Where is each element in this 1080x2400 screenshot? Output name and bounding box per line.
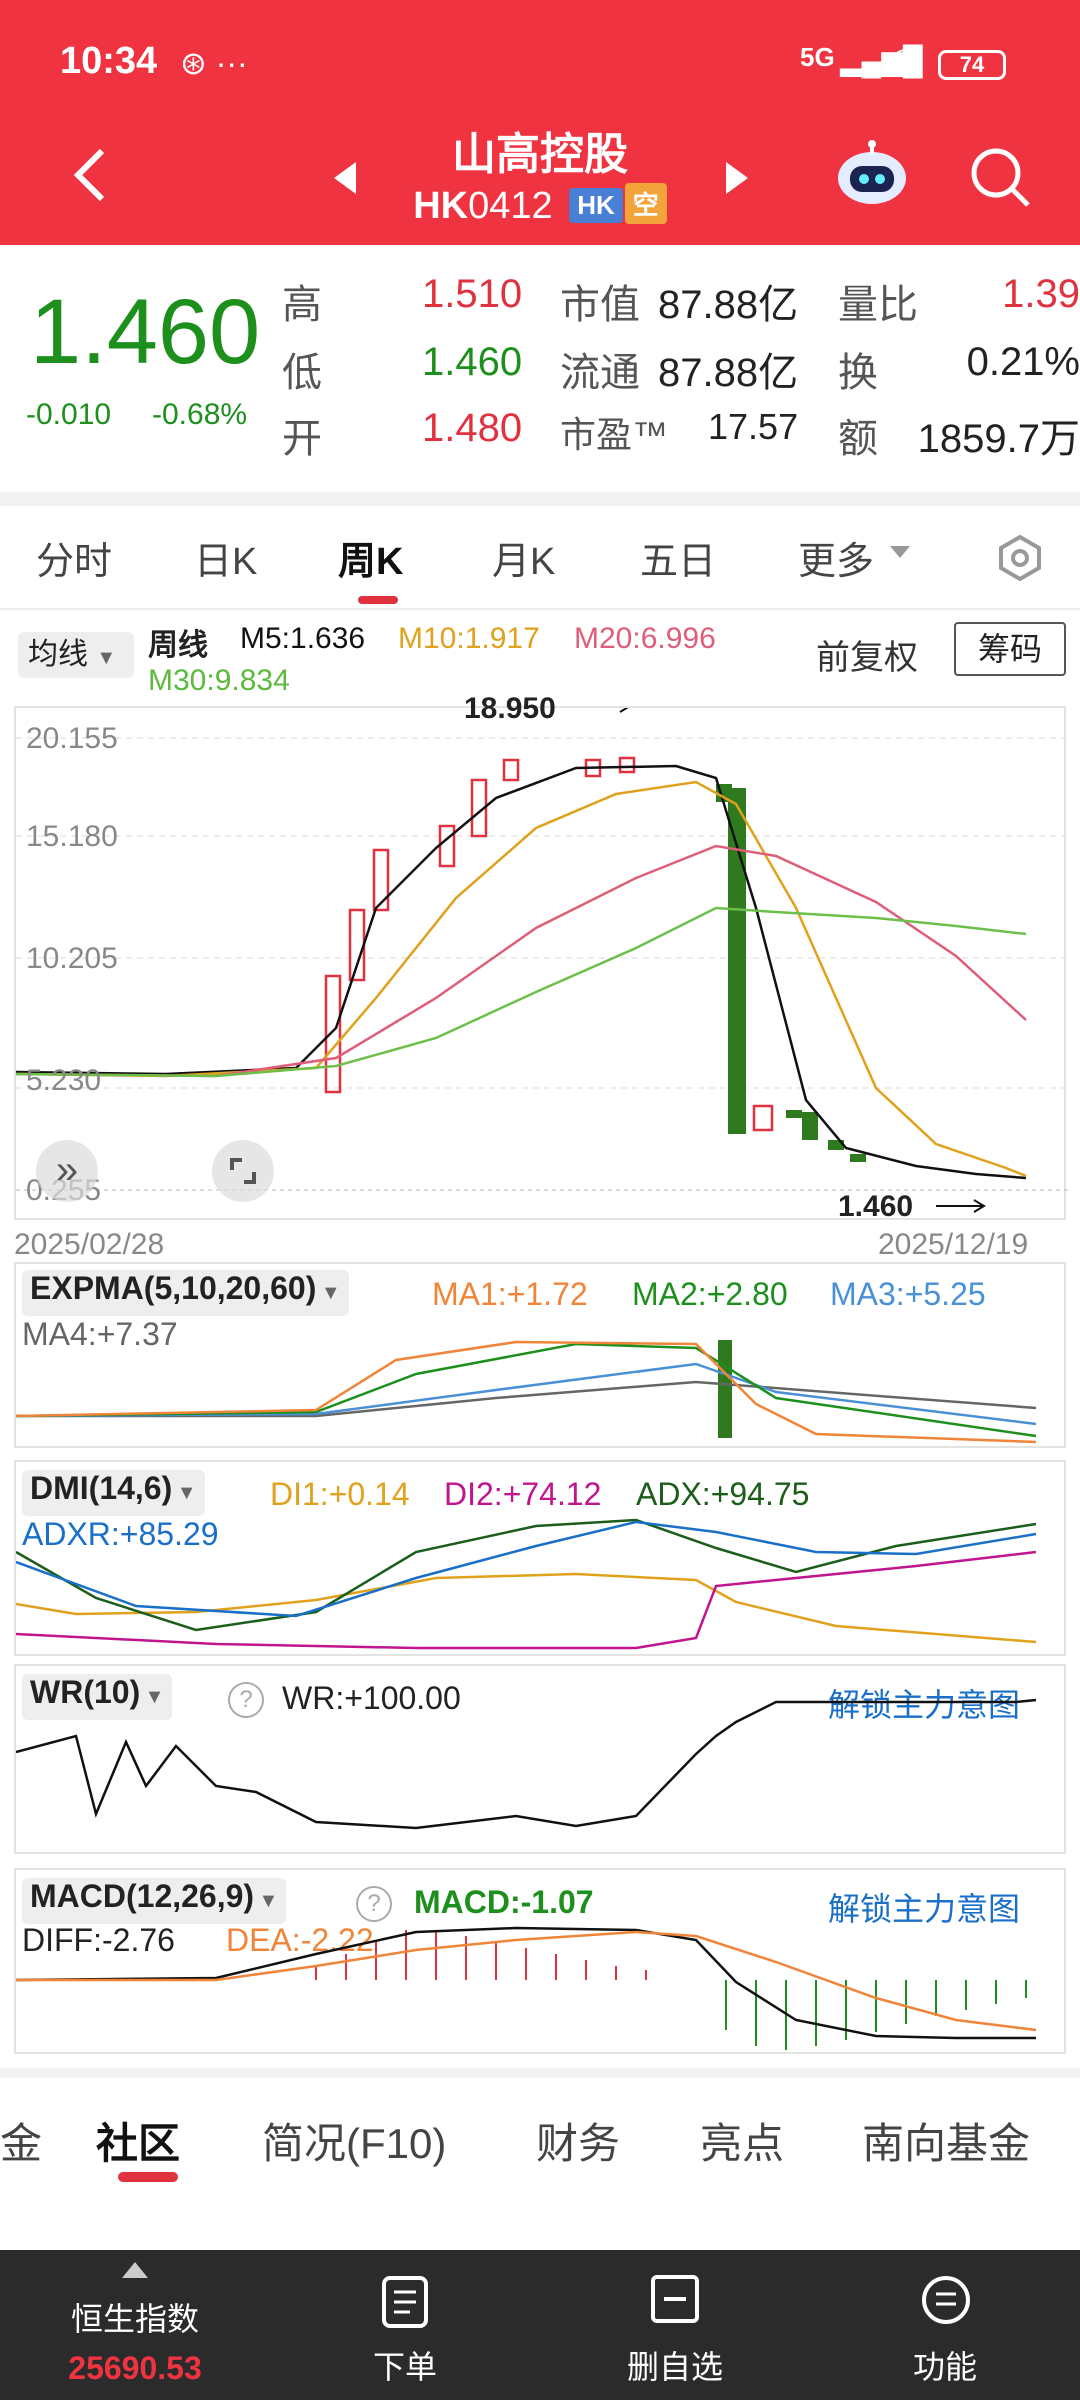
low-marker-label: 1.460	[838, 1190, 914, 1223]
order-label: 下单	[372, 2349, 437, 2385]
y-tick-3: 10.205	[26, 942, 118, 975]
y-tick-4: 5.230	[26, 1064, 102, 1097]
wr-panel[interactable]: WR(10) ▼ ? WR:+100.00 解锁主力意图	[14, 1664, 1066, 1854]
divider	[0, 2068, 1080, 2078]
y-tick-1: 20.155	[26, 722, 118, 755]
remove-watch-button[interactable]: 删自选	[540, 2250, 810, 2400]
header-bar: 10:34 ⊛ ··· 5G ▂▄▆█ ◠ 74 山高控股 HK0412 HK 空	[0, 0, 1080, 245]
tab-five-day[interactable]: 五日	[640, 530, 716, 585]
tab-weekly-k[interactable]: 周K	[338, 530, 403, 585]
remove-watch-icon	[650, 2274, 700, 2329]
robot-assistant-icon[interactable]	[836, 140, 908, 211]
divider	[0, 608, 1080, 610]
tab-fund-partial[interactable]: 金	[0, 2110, 42, 2171]
low-label: 低	[282, 351, 322, 395]
function-label: 功能	[912, 2349, 977, 2385]
price-change-pct: -0.68%	[152, 398, 248, 431]
settings-hexagon-icon[interactable]	[996, 534, 1044, 587]
pe-label: 市盈™	[560, 414, 669, 455]
tab-more[interactable]: 更多	[798, 530, 874, 585]
chip-button[interactable]: 筹码	[954, 622, 1066, 676]
tab-monthly-k[interactable]: 月K	[492, 530, 555, 585]
last-price: 1.460	[30, 281, 261, 383]
ma-select[interactable]: 均线 ▼	[18, 632, 134, 678]
status-time: 10:34	[60, 40, 158, 82]
menu-icon	[920, 2274, 972, 2331]
ma20-value: M20:6.996	[574, 622, 716, 655]
index-ticker[interactable]: 恒生指数 25690.53	[0, 2250, 270, 2400]
low-value: 1.460	[422, 340, 523, 384]
next-stock-icon[interactable]	[722, 160, 752, 201]
tab-southbound[interactable]: 南向基金	[862, 2110, 1030, 2171]
volratio-label: 量比	[838, 283, 918, 327]
code-prefix: HK	[413, 185, 469, 227]
code-number: 0412	[468, 185, 553, 227]
market-tag: HK	[569, 188, 623, 223]
mktcap-label: 市值	[560, 283, 640, 327]
active-tab-indicator	[358, 596, 398, 604]
order-icon	[380, 2274, 430, 2335]
stock-name: 山高控股	[452, 130, 628, 179]
expand-icon[interactable]: »	[36, 1140, 98, 1202]
bottom-nav: 恒生指数 25690.53 下单 删自选 功能	[0, 2250, 1080, 2400]
pe-value: 17.57	[708, 406, 799, 447]
date-end: 2025/12/19	[878, 1228, 1029, 1261]
tab-f10[interactable]: 简况(F10)	[262, 2110, 446, 2171]
expma-svg	[16, 1340, 1037, 1444]
tab-timeshare[interactable]: 分时	[36, 530, 112, 585]
open-label: 开	[282, 417, 322, 461]
high-label: 高	[282, 283, 322, 327]
ma5-value: M5:1.636	[240, 622, 366, 655]
kline-svg	[16, 708, 1068, 1213]
high-marker-label: 18.950	[464, 692, 556, 725]
remove-watch-label: 删自选	[626, 2349, 723, 2385]
short-tag: 空	[624, 183, 667, 224]
date-start: 2025/02/28	[14, 1228, 165, 1261]
stock-code-row: HK0412 HK 空	[0, 183, 1080, 228]
open-value: 1.480	[422, 406, 523, 450]
network-signal-icon: 5G	[800, 42, 835, 72]
index-value: 25690.53	[68, 2350, 202, 2386]
dmi-panel[interactable]: DMI(14,6) ▼ DI1:+0.14 DI2:+74.12 ADX:+94…	[14, 1460, 1066, 1656]
ma10-value: M10:1.917	[398, 622, 540, 655]
float-label: 流通	[560, 351, 640, 395]
status-notification-icons: ⊛ ···	[180, 45, 248, 81]
y-tick-2: 15.180	[26, 820, 118, 853]
mktcap-value: 87.88亿	[658, 283, 799, 327]
high-value: 1.510	[422, 272, 523, 316]
turnover-value: 0.21%	[966, 340, 1080, 384]
wifi-icon: ◠	[890, 41, 918, 77]
tab-finance[interactable]: 财务	[536, 2110, 620, 2171]
period-label: 周线	[148, 629, 208, 662]
chevron-down-icon	[890, 546, 910, 565]
macd-svg	[16, 1926, 1037, 2050]
battery-icon: 74	[938, 50, 1006, 80]
dmi-svg	[16, 1518, 1037, 1650]
order-button[interactable]: 下单	[270, 2250, 540, 2400]
macd-panel[interactable]: MACD(12,26,9) ▼ ? MACD:-1.07 解锁主力意图 DIFF…	[14, 1868, 1066, 2054]
tab-daily-k[interactable]: 日K	[194, 530, 257, 585]
chevron-up-icon	[122, 2262, 148, 2283]
amount-label: 额	[838, 417, 878, 461]
fullscreen-icon[interactable]	[212, 1140, 274, 1202]
divider	[0, 492, 1080, 506]
search-icon[interactable]	[968, 145, 1032, 214]
function-button[interactable]: 功能	[810, 2250, 1080, 2400]
ma-select-label: 均线	[28, 638, 88, 671]
amount-value: 1859.7万	[917, 417, 1080, 461]
tab-highlights[interactable]: 亮点	[700, 2110, 784, 2171]
float-value: 87.88亿	[658, 351, 799, 395]
expma-panel[interactable]: EXPMA(5,10,20,60) ▼ MA1:+1.72 MA2:+2.80 …	[14, 1262, 1066, 1448]
price-change: -0.010	[26, 398, 112, 431]
turnover-label: 换	[838, 351, 878, 395]
wr-svg	[16, 1698, 1037, 1830]
adjust-select[interactable]: 前复权	[816, 630, 918, 679]
tab-community[interactable]: 社区	[96, 2110, 180, 2171]
ma30-value: M30:9.834	[148, 664, 290, 697]
index-name: 恒生指数	[70, 2301, 199, 2337]
active-section-indicator	[118, 2172, 178, 2182]
volratio-value: 1.39	[1002, 272, 1080, 316]
kline-chart[interactable]: 20.155 15.180 10.205 5.230 0.255 18.950 …	[14, 692, 1068, 1223]
